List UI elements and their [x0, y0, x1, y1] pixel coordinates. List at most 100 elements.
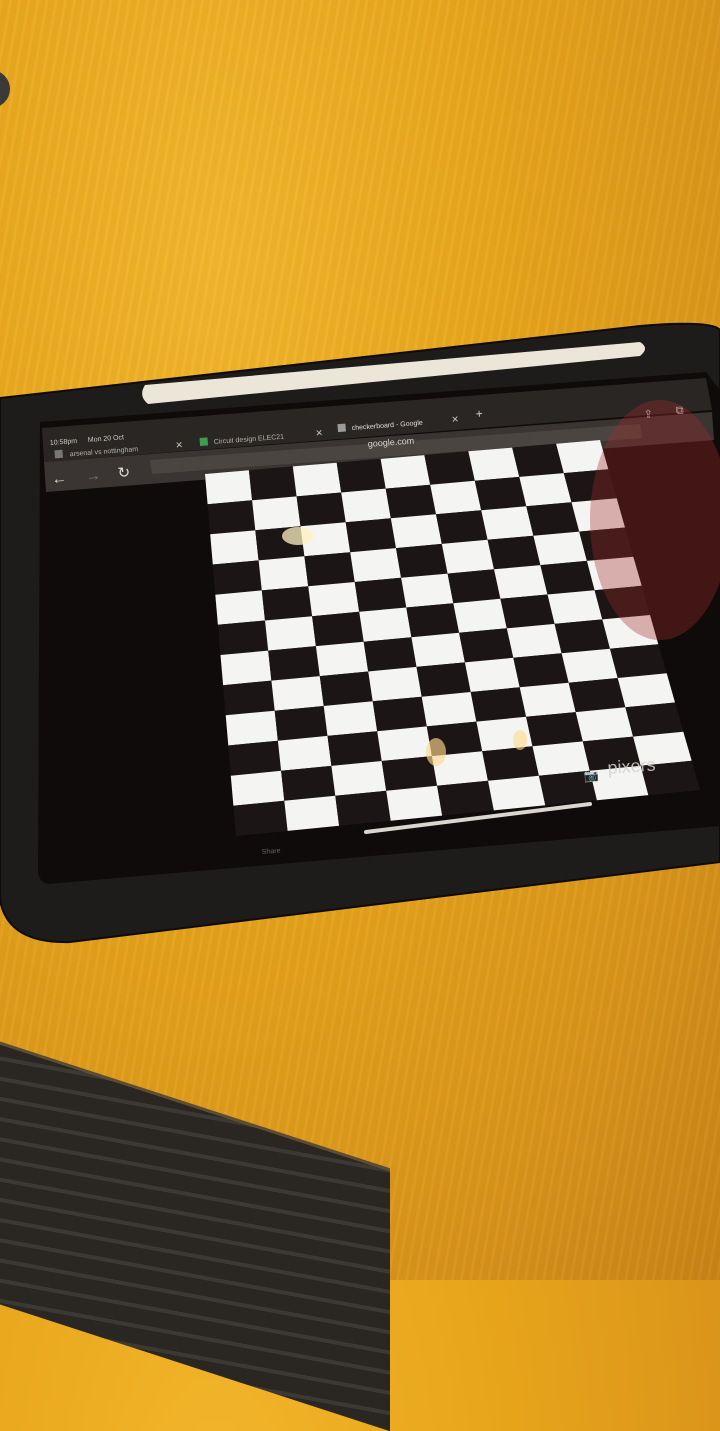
light-square — [401, 573, 454, 608]
light-square — [411, 632, 465, 667]
light-square — [617, 673, 675, 708]
dark-square — [268, 646, 320, 681]
tablet: 10:58pm Mon 20 Oct arsenal vs nottingham… — [0, 322, 720, 944]
light-square — [575, 707, 634, 742]
dark-square — [482, 746, 539, 781]
dark-square — [223, 680, 275, 716]
light-square — [506, 623, 562, 658]
dark-square — [436, 510, 488, 544]
dark-square — [513, 653, 569, 688]
camera-icon: 📷 — [583, 768, 599, 783]
dark-square — [212, 560, 262, 595]
dark-square — [512, 443, 564, 477]
dark-square — [217, 620, 269, 655]
tab-favicon-icon — [199, 437, 209, 446]
light-square — [284, 795, 340, 831]
dark-square — [336, 458, 386, 493]
dark-square — [500, 594, 555, 629]
light-square — [277, 735, 332, 771]
reload-icon[interactable]: ↻ — [117, 464, 131, 482]
dark-square — [540, 560, 595, 595]
light-square — [315, 641, 369, 677]
light-square — [494, 565, 548, 599]
light-square — [210, 530, 259, 565]
dark-square — [385, 484, 436, 519]
light-square — [468, 447, 520, 481]
dark-square — [228, 740, 282, 776]
dark-square — [363, 637, 417, 672]
light-square — [380, 455, 431, 489]
dark-square — [335, 790, 391, 826]
dark-square — [416, 662, 471, 697]
dark-square — [426, 721, 483, 757]
light-square — [271, 676, 324, 711]
light-square — [453, 598, 507, 633]
light-square — [464, 657, 520, 692]
light-square — [519, 473, 572, 507]
light-square — [265, 616, 316, 651]
light-square — [431, 751, 488, 786]
dark-square — [568, 678, 626, 713]
light-square — [225, 710, 278, 746]
light-square — [350, 548, 402, 582]
dark-square — [470, 687, 527, 722]
tab-favicon-icon — [54, 449, 63, 459]
light-square — [533, 531, 587, 566]
light-square — [323, 701, 378, 736]
dark-square — [255, 526, 305, 561]
dark-square — [233, 800, 288, 836]
light-square — [519, 682, 576, 717]
forward-icon[interactable]: → — [85, 467, 101, 485]
dark-square — [261, 586, 313, 621]
light-square — [341, 488, 391, 523]
dark-square — [610, 644, 667, 678]
light-square — [556, 440, 609, 474]
new-tab-icon[interactable]: + — [475, 407, 483, 421]
dark-square — [406, 603, 460, 638]
tab-close-icon[interactable]: ✕ — [315, 428, 323, 439]
dark-square — [396, 543, 448, 578]
dark-square — [474, 476, 527, 511]
light-square — [252, 496, 301, 531]
watermark: pixers — [607, 754, 656, 778]
dark-square — [625, 702, 684, 737]
dark-square — [372, 696, 427, 732]
light-square — [561, 648, 618, 683]
dark-square — [563, 469, 617, 503]
light-square — [532, 741, 590, 776]
dark-square — [281, 765, 336, 801]
dark-square — [304, 552, 355, 587]
dark-square — [296, 492, 346, 527]
tabs-overview-icon[interactable]: ⧉ — [675, 404, 684, 417]
share-icon[interactable]: ⇪ — [643, 408, 653, 421]
light-square — [331, 761, 387, 796]
dark-square — [459, 628, 514, 663]
light-square — [421, 692, 477, 727]
light-square — [300, 522, 351, 557]
light-square — [308, 582, 360, 617]
light-square — [441, 539, 494, 574]
dark-square — [487, 535, 541, 570]
light-square — [215, 590, 265, 625]
light-square — [230, 770, 285, 806]
dark-square — [579, 527, 634, 561]
tab-close-icon[interactable]: ✕ — [451, 414, 459, 425]
dark-square — [594, 585, 650, 620]
tab-close-icon[interactable]: ✕ — [175, 440, 183, 451]
back-icon[interactable]: ← — [51, 470, 67, 488]
dark-square — [381, 756, 438, 791]
light-square — [547, 590, 603, 624]
dark-square — [327, 731, 382, 766]
light-square — [368, 666, 422, 702]
light-square — [205, 470, 253, 505]
dark-square — [526, 502, 580, 536]
dark-square — [437, 780, 494, 816]
light-square — [488, 775, 546, 811]
light-square — [386, 785, 443, 821]
dark-square — [207, 500, 256, 535]
dark-square — [526, 712, 583, 747]
dark-square — [554, 619, 610, 654]
light-square — [258, 556, 309, 591]
dark-square — [319, 671, 373, 706]
dark-square — [312, 611, 364, 647]
